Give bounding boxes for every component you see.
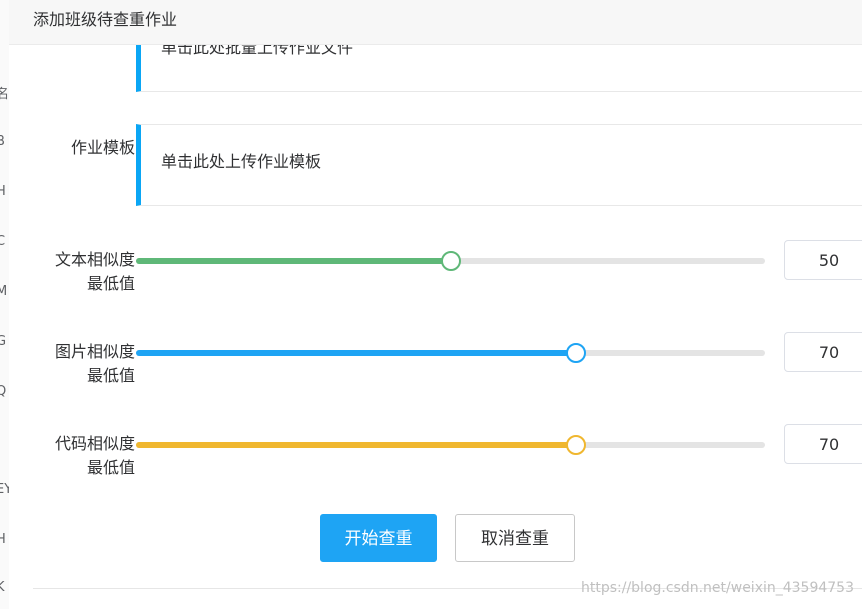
image-similarity-label-line1: 图片相似度 [54,342,135,361]
background-letter: C [0,234,8,249]
image-similarity-slider[interactable] [136,343,765,363]
cancel-check-button[interactable]: 取消查重 [455,514,575,562]
image-similarity-label-line2: 最低值 [86,366,135,385]
code-similarity-label-line1: 代码相似度 [54,434,135,453]
code-similarity-input[interactable] [784,424,862,464]
background-letter: J [0,434,8,449]
slider-fill [136,442,577,448]
template-upload-area[interactable]: 单击此处上传作业模板 [136,124,862,206]
background-letter: EY [0,482,9,497]
slider-handle[interactable] [566,343,587,363]
add-homework-dialog: 添加班级待查重作业 单击此处批量上传作业文件 添加班级待查重作业 作业模板 单击… [9,0,862,609]
slider-handle[interactable] [566,435,587,455]
dialog-header-overlay: 添加班级待查重作业 [9,0,862,45]
code-similarity-label-line2: 最低值 [86,458,135,477]
slider-fill [136,258,451,264]
image-similarity-input[interactable] [784,332,862,372]
code-similarity-label: 代码相似度 最低值 [55,432,135,480]
dialog-title-overlay: 添加班级待查重作业 [33,10,178,29]
batch-upload-area[interactable]: 单击此处批量上传作业文件 [136,38,862,92]
text-similarity-slider[interactable] [136,251,765,271]
text-similarity-label-line2: 最低值 [86,274,135,293]
background-letter: B [0,134,8,149]
code-similarity-slider[interactable] [136,435,765,455]
background-letter: G [0,334,8,349]
template-upload-text: 单击此处上传作业模板 [161,152,322,171]
background-letter: 名 [0,83,9,102]
background-letter: Q [0,384,8,399]
image-similarity-label: 图片相似度 最低值 [55,340,135,388]
template-label: 作业模板 [70,138,135,157]
background-letter: M [0,284,8,299]
text-similarity-label: 文本相似度 最低值 [55,248,135,296]
text-similarity-label-line1: 文本相似度 [54,250,135,269]
start-check-button[interactable]: 开始查重 [320,514,437,562]
text-similarity-input[interactable] [784,240,862,280]
slider-fill [136,350,577,356]
watermark-text: https://blog.csdn.net/weixin_43594753 [580,580,854,596]
background-letter: H [0,532,8,547]
background-letter: H [0,184,8,199]
background-letter: K [0,580,8,595]
slider-handle[interactable] [440,251,461,271]
